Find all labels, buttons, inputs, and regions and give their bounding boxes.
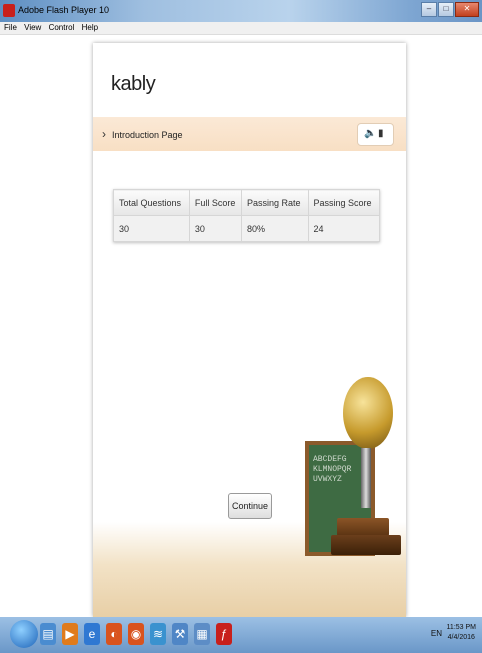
- menu-help[interactable]: Help: [82, 22, 98, 34]
- quiz-panel: kably › Introduction Page 🔈 ▮ Total Ques…: [93, 43, 406, 617]
- quiz-info-table: Total Questions Full Score Passing Rate …: [113, 189, 381, 242]
- flash-stage: kably › Introduction Page 🔈 ▮ Total Ques…: [0, 35, 482, 617]
- explorer-icon[interactable]: ▤: [40, 623, 56, 645]
- header-passing-rate: Passing Rate: [241, 189, 309, 216]
- header-full-score: Full Score: [188, 189, 243, 216]
- cell-passing-score: 24: [307, 215, 381, 242]
- wifi-app-icon[interactable]: ≋: [150, 623, 166, 645]
- menu-control[interactable]: Control: [49, 22, 75, 34]
- taskbar: ▤ ▶ e ◐ ◉ ≋ ⚒ ▦ ƒ EN 11:53 PM 4/4/2016: [0, 617, 482, 653]
- header-passing-score: Passing Score: [307, 189, 381, 216]
- books-illustration-top: [337, 518, 389, 536]
- window-titlebar: Adobe Flash Player 10 – □ ✕: [0, 0, 482, 22]
- speaker-icon[interactable]: 🔈: [364, 128, 376, 139]
- menu-view[interactable]: View: [24, 22, 41, 34]
- chalkboard-text: ABCDEFG KLMNOPQR UVWXYZ: [313, 455, 352, 484]
- taskbar-clock[interactable]: 11:53 PM 4/4/2016: [447, 623, 476, 643]
- browser-icon[interactable]: ◉: [128, 623, 144, 645]
- cell-passing-rate: 80%: [241, 215, 309, 242]
- intro-page-label: Introduction Page: [112, 130, 183, 140]
- document-icon[interactable]: ▦: [194, 623, 210, 645]
- globe-stand: [361, 448, 371, 508]
- cell-full-score: 30: [188, 215, 243, 242]
- header-total-questions: Total Questions: [113, 189, 190, 216]
- page-title: kably: [111, 73, 156, 95]
- table-header-row: Total Questions Full Score Passing Rate …: [113, 189, 381, 216]
- close-button[interactable]: ✕: [455, 2, 479, 17]
- window-title: Adobe Flash Player 10: [18, 5, 110, 15]
- minimize-button[interactable]: –: [421, 2, 437, 17]
- table-row: 30 30 80% 24: [113, 215, 381, 242]
- tool-icon[interactable]: ⚒: [172, 623, 188, 645]
- cell-total-questions: 30: [113, 215, 190, 242]
- globe-illustration: [343, 377, 393, 449]
- flash-player-icon: [3, 4, 15, 17]
- flash-taskbar-icon[interactable]: ƒ: [216, 623, 232, 645]
- menu-file[interactable]: File: [4, 22, 17, 34]
- start-button[interactable]: [10, 620, 38, 648]
- intro-bar: › Introduction Page 🔈 ▮: [93, 117, 406, 151]
- firefox-icon[interactable]: ◐: [106, 623, 122, 645]
- continue-button[interactable]: Continue: [228, 493, 272, 519]
- books-illustration-bottom: [331, 535, 401, 555]
- window-controls: – □ ✕: [421, 2, 479, 17]
- ie-icon[interactable]: e: [84, 623, 100, 645]
- media-tools: 🔈 ▮: [357, 123, 394, 146]
- menu-bar: File View Control Help: [0, 22, 482, 35]
- device-icon[interactable]: ▮: [378, 128, 384, 139]
- tray-language[interactable]: EN: [431, 629, 442, 638]
- chevron-right-icon: ›: [102, 127, 106, 141]
- media-player-icon[interactable]: ▶: [62, 623, 78, 645]
- maximize-button[interactable]: □: [438, 2, 454, 17]
